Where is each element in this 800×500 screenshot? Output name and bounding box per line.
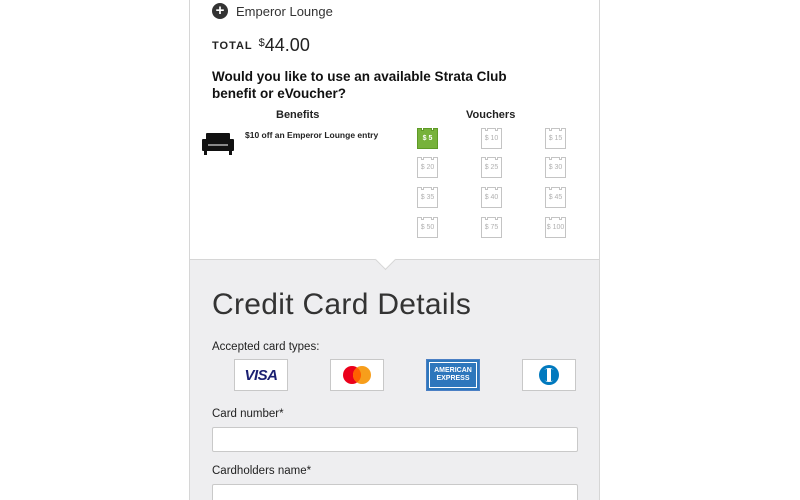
voucher-50[interactable]: $ 50	[417, 217, 438, 238]
benefits-heading: Benefits	[276, 109, 320, 121]
card-number-label: Card number*	[212, 408, 284, 420]
addon-item[interactable]: + Emperor Lounge	[212, 3, 333, 19]
voucher-30[interactable]: $ 30	[545, 157, 566, 178]
order-total: TOTAL $ 44.00	[212, 35, 310, 56]
addon-label: Emperor Lounge	[236, 3, 333, 19]
voucher-15[interactable]: $ 15	[545, 128, 566, 149]
booking-panel: + Emperor Lounge TOTAL $ 44.00 Would you…	[189, 0, 600, 500]
voucher-20[interactable]: $ 20	[417, 157, 438, 178]
benefits-section: + Emperor Lounge TOTAL $ 44.00 Would you…	[190, 0, 599, 259]
amex-icon: AMERICAN EXPRESS	[426, 359, 480, 391]
voucher-100[interactable]: $ 100	[545, 217, 566, 238]
credit-card-title: Credit Card Details	[212, 288, 472, 321]
accepted-cards-label: Accepted card types:	[212, 341, 320, 353]
voucher-40[interactable]: $ 40	[481, 187, 502, 208]
benefit-emperor-lounge[interactable]: $10 off an Emperor Lounge entry	[245, 130, 405, 140]
visa-icon: VISA	[234, 359, 288, 391]
voucher-25[interactable]: $ 25	[481, 157, 502, 178]
voucher-45[interactable]: $ 45	[545, 187, 566, 208]
amex-logo: AMERICAN EXPRESS	[429, 362, 477, 388]
voucher-35[interactable]: $ 35	[417, 187, 438, 208]
credit-card-section: Credit Card Details Accepted card types:…	[190, 248, 599, 500]
cardholder-name-input[interactable]	[212, 484, 578, 500]
voucher-5[interactable]: $ 5	[417, 128, 438, 149]
visa-logo-text: VISA	[244, 366, 278, 384]
benefit-question: Would you like to use an available Strat…	[212, 69, 507, 101]
vouchers-heading: Vouchers	[466, 109, 516, 121]
mastercard-logo	[343, 366, 371, 384]
mastercard-icon	[330, 359, 384, 391]
voucher-75[interactable]: $ 75	[481, 217, 502, 238]
diners-club-icon	[522, 359, 576, 391]
voucher-10[interactable]: $ 10	[481, 128, 502, 149]
plus-circle-icon[interactable]: +	[212, 3, 228, 19]
sofa-icon[interactable]	[202, 131, 234, 155]
total-label: TOTAL	[212, 40, 253, 52]
total-amount: 44.00	[264, 35, 310, 55]
diners-club-logo	[539, 365, 559, 385]
cardholder-name-label: Cardholders name*	[212, 465, 312, 477]
card-number-input[interactable]	[212, 427, 578, 452]
